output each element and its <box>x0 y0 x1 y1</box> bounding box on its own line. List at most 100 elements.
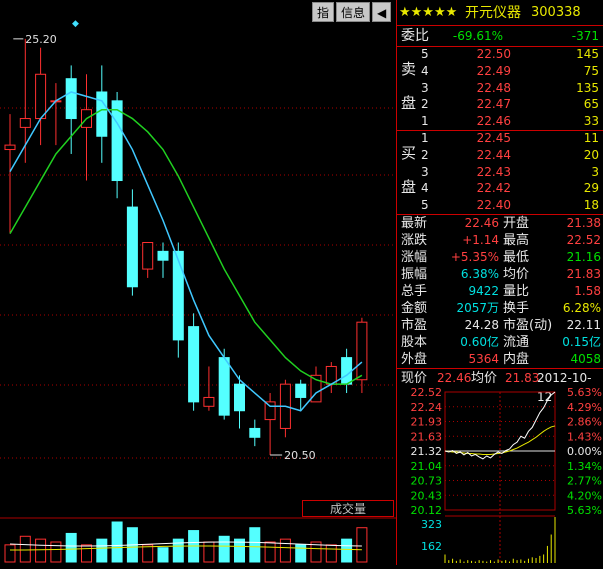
toolbar: 指 信息 ◀ <box>312 2 392 22</box>
percent-tick: 1.43% <box>567 430 602 443</box>
price-tick: 21.93 <box>411 416 443 429</box>
volume-bar <box>96 538 108 563</box>
buy-price: 22.42 <box>476 181 511 196</box>
sell-volume: 33 <box>583 114 599 129</box>
ma10-line <box>9 108 363 385</box>
stock-name: 开元仪器 <box>465 5 521 21</box>
quote-row: 涨幅 +5.35% 最低 21.16 <box>397 249 603 266</box>
volume-bar <box>111 521 123 563</box>
candle-body[interactable] <box>65 78 77 120</box>
kline-svg: 25.20 20.50 ◆ <box>0 19 396 563</box>
quote-label: 金额 <box>401 301 428 316</box>
intraday-chart[interactable]: 22.52 5.63% 22.24 4.29% 21.93 2.86% 21.63 1.43%… <box>397 388 603 565</box>
volume-bar <box>65 532 77 563</box>
candle-body[interactable] <box>188 326 200 403</box>
candle-body[interactable] <box>203 396 215 407</box>
candle-body[interactable] <box>4 144 16 151</box>
candle-body[interactable] <box>295 383 307 398</box>
collapse-arrow-icon[interactable]: ◀ <box>372 2 392 22</box>
volume-tick: 323 <box>421 518 442 531</box>
buy-level: 3 <box>421 164 429 179</box>
kline-chart[interactable]: 25.20 20.50 ◆ 成交量 <box>0 0 396 565</box>
quote-value: 6.38% <box>460 267 499 281</box>
price-tick: 21.32 <box>411 445 443 458</box>
quote-label: 最新 <box>401 216 428 231</box>
index-button[interactable]: 指 <box>312 2 335 22</box>
quote-label: 内盘 <box>503 352 530 367</box>
candle-body[interactable] <box>19 118 31 128</box>
quote-label: 涨跌 <box>401 233 428 248</box>
candle-body[interactable] <box>356 321 368 381</box>
quote-label: 涨幅 <box>401 250 428 265</box>
percent-tick: 4.29% <box>567 401 602 414</box>
candle-body[interactable] <box>218 357 230 416</box>
buy-volume: 18 <box>583 198 599 213</box>
buy-level-row: 5 22.40 18 <box>397 197 603 214</box>
price-tick: 20.73 <box>411 475 443 488</box>
weibi-percent: -69.61% <box>452 29 503 43</box>
quote-row: 金额 2057万 换手 6.28% <box>397 300 603 317</box>
candle-body[interactable] <box>172 250 184 341</box>
sell-side-label: 盘 <box>401 94 417 112</box>
quote-label: 换手 <box>503 301 530 316</box>
candle-body[interactable] <box>234 383 245 412</box>
quote-value: 22.52 <box>566 233 601 247</box>
volume-bar <box>4 544 16 563</box>
low-price-label: 20.50 <box>284 449 316 462</box>
candle-body[interactable] <box>126 206 138 288</box>
quote-label: 市盈 <box>401 318 428 333</box>
volume-bar <box>19 535 31 563</box>
candle-body[interactable] <box>157 250 169 261</box>
volume-bar <box>356 527 368 563</box>
high-price-label: 25.20 <box>25 33 57 46</box>
quote-value: 21.16 <box>566 250 601 264</box>
quote-panel: ★★★★★ 开元仪器 300338 委比 -69.61% -371 5 22.50… <box>396 0 603 565</box>
divider <box>397 25 603 26</box>
stock-code: 300338 <box>531 5 581 20</box>
weibi-label: 委比 <box>401 28 429 44</box>
candle-body[interactable] <box>96 91 108 137</box>
weibi-row: 委比 -69.61% -371 <box>397 27 603 46</box>
percent-tick: 1.34% <box>567 460 602 473</box>
minute-header: 现价 22.46 均价 21.83 2012-10-12 <box>397 369 603 404</box>
volume-bar <box>341 538 353 563</box>
percent-tick: 4.20% <box>567 489 602 502</box>
candle-body[interactable] <box>35 73 47 120</box>
quote-label: 市盈(动) <box>503 318 553 333</box>
quote-label: 外盘 <box>401 352 428 367</box>
sell-price: 22.47 <box>476 97 511 112</box>
percent-tick: 2.86% <box>567 416 602 429</box>
candle-body[interactable] <box>111 100 123 182</box>
quote-value: 2057万 <box>456 301 499 315</box>
now-price: 22.46 <box>437 371 472 385</box>
quote-value: +1.14 <box>462 233 499 247</box>
candle-body[interactable] <box>341 357 353 385</box>
price-tick: 22.24 <box>411 401 443 414</box>
sell-volume: 145 <box>576 47 599 61</box>
sell-level: 4 <box>421 63 429 78</box>
volume-bar <box>203 541 215 563</box>
sell-level-row: 2 22.47 65 <box>397 96 603 113</box>
quote-value: 21.83 <box>566 267 601 281</box>
info-button[interactable]: 信息 <box>336 2 371 22</box>
volume-indicator-button[interactable]: 成交量 <box>302 500 394 517</box>
sell-volume: 75 <box>583 63 599 78</box>
sell-level-row: 4 22.49 75 <box>397 63 603 80</box>
weibi-diff: -371 <box>571 29 599 43</box>
volume-bar <box>81 544 92 563</box>
quote-row: 股本 0.60亿 流通 0.15亿 <box>397 334 603 351</box>
quote-label: 流通 <box>503 335 530 350</box>
buy-price: 22.44 <box>476 147 511 162</box>
volume-bar <box>325 544 337 563</box>
candle-body[interactable] <box>264 401 276 421</box>
candle-body[interactable] <box>249 427 261 438</box>
price-tick: 20.43 <box>411 489 443 502</box>
quote-value: +5.35% <box>450 250 499 264</box>
candle-body[interactable] <box>142 242 154 270</box>
sell-volume: 135 <box>576 80 599 95</box>
buy-level: 1 <box>421 131 429 145</box>
percent-tick: 2.77% <box>567 475 602 488</box>
price-tick: 21.63 <box>411 430 443 443</box>
percent-tick: 5.63% <box>567 504 602 517</box>
volume-bar <box>249 527 261 563</box>
